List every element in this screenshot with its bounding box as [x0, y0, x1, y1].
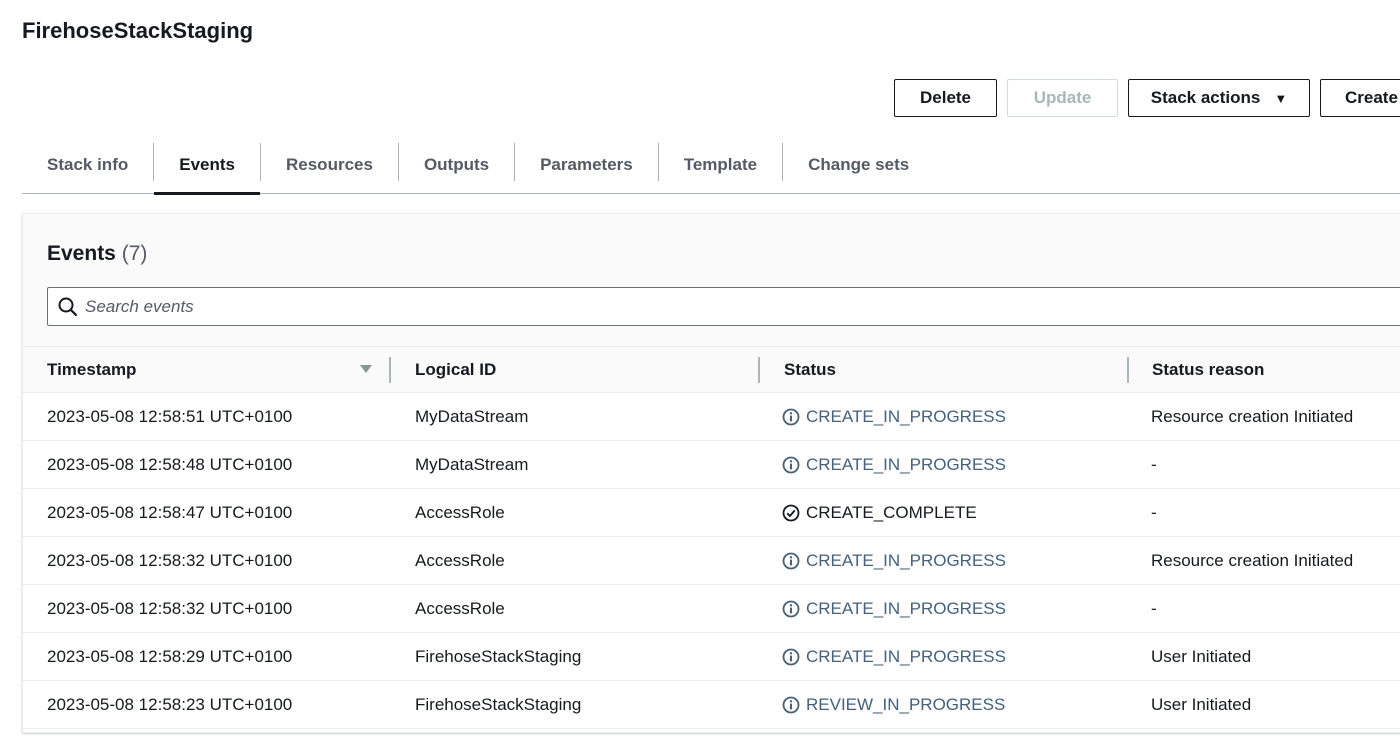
table-row[interactable]: 2023-05-08 12:58:32 UTC+0100 AccessRole CR… [23, 585, 1400, 633]
page-title: FirehoseStackStaging [22, 18, 254, 43]
cell-timestamp: 2023-05-08 12:58:32 UTC+0100 [47, 599, 293, 618]
stack-actions-toolbar: Delete Update Stack actions ▼ Create [894, 79, 1400, 117]
column-header-logical-id[interactable]: Logical ID [415, 347, 496, 393]
cell-timestamp: 2023-05-08 12:58:32 UTC+0100 [47, 551, 293, 570]
sort-descending-icon[interactable] [359, 364, 373, 374]
events-count: (7) [121, 242, 148, 265]
caret-down-icon: ▼ [1274, 90, 1288, 106]
column-divider [389, 357, 391, 383]
events-title-text: Events [47, 242, 116, 265]
create-button[interactable]: Create [1320, 79, 1400, 117]
table-header: Timestamp Logical ID Status Status reaso… [23, 346, 1400, 393]
cell-logical-id: AccessRole [415, 599, 505, 618]
info-circle-icon [782, 600, 800, 618]
column-header-timestamp[interactable]: Timestamp [47, 347, 136, 393]
column-divider [758, 357, 760, 383]
cell-status: CREATE_IN_PROGRESS [782, 585, 1006, 633]
stack-actions-button[interactable]: Stack actions ▼ [1128, 79, 1310, 117]
cell-logical-id: MyDataStream [415, 407, 529, 426]
column-header-status-reason[interactable]: Status reason [1152, 347, 1264, 393]
status-text: CREATE_IN_PROGRESS [806, 551, 1006, 570]
delete-button[interactable]: Delete [894, 79, 997, 117]
table-row[interactable]: 2023-05-08 12:58:47 UTC+0100 AccessRole CR… [23, 489, 1400, 537]
cell-timestamp: 2023-05-08 12:58:51 UTC+0100 [47, 407, 293, 426]
status-text: REVIEW_IN_PROGRESS [806, 695, 1006, 714]
status-text: CREATE_COMPLETE [806, 503, 977, 522]
cell-status: CREATE_IN_PROGRESS [782, 441, 1006, 489]
status-text: CREATE_IN_PROGRESS [806, 647, 1006, 666]
status-text: CREATE_IN_PROGRESS [806, 599, 1006, 618]
cell-status-reason: - [1151, 599, 1157, 618]
cell-timestamp: 2023-05-08 12:58:48 UTC+0100 [47, 455, 293, 474]
events-panel-header [23, 214, 1400, 346]
cell-status-reason: Resource creation Initiated [1151, 407, 1354, 426]
table-row[interactable]: 2023-05-08 12:58:29 UTC+0100 FirehoseStac… [23, 633, 1400, 681]
search-input[interactable] [85, 291, 1285, 322]
search-icon [58, 297, 78, 316]
cell-status-reason: User Initiated [1151, 647, 1252, 666]
cell-status: CREATE_COMPLETE [782, 489, 977, 537]
cell-logical-id: AccessRole [415, 551, 505, 570]
status-text: CREATE_IN_PROGRESS [806, 407, 1006, 426]
cell-status-reason: - [1151, 503, 1157, 522]
cell-logical-id: FirehoseStackStaging [415, 695, 582, 714]
cell-status: CREATE_IN_PROGRESS [782, 633, 1006, 681]
tab-outputs[interactable]: Outputs [399, 136, 514, 194]
cell-logical-id: FirehoseStackStaging [415, 647, 582, 666]
stack-actions-label: Stack actions [1150, 88, 1261, 107]
events-panel: Events (7) Timestamp Logical ID Status S… [22, 213, 1400, 733]
info-circle-icon [782, 648, 800, 666]
cell-status: CREATE_IN_PROGRESS [782, 393, 1006, 441]
info-circle-icon [782, 408, 800, 426]
stack-tabs: Stack info Events Resources Outputs Para… [22, 136, 1400, 195]
cell-logical-id: MyDataStream [415, 455, 529, 474]
tab-template[interactable]: Template [659, 136, 782, 194]
table-row[interactable]: 2023-05-08 12:58:48 UTC+0100 MyDataStream… [23, 441, 1400, 489]
info-circle-icon [782, 552, 800, 570]
tab-change-sets[interactable]: Change sets [783, 136, 934, 194]
status-text: CREATE_IN_PROGRESS [806, 455, 1006, 474]
cell-timestamp: 2023-05-08 12:58:47 UTC+0100 [47, 503, 293, 522]
check-circle-icon [782, 504, 800, 522]
events-title: Events (7) [47, 242, 147, 266]
table-row[interactable]: 2023-05-08 12:58:32 UTC+0100 AccessRole CR… [23, 537, 1400, 585]
update-button[interactable]: Update [1007, 79, 1118, 117]
cell-status-reason: User Initiated [1151, 695, 1252, 714]
cell-status-reason: - [1151, 455, 1157, 474]
info-circle-icon [782, 696, 800, 714]
cell-status: REVIEW_IN_PROGRESS [782, 681, 1005, 729]
cell-timestamp: 2023-05-08 12:58:23 UTC+0100 [47, 695, 293, 714]
cell-status-reason: Resource creation Initiated [1151, 551, 1354, 570]
cell-logical-id: AccessRole [415, 503, 505, 522]
tab-parameters[interactable]: Parameters [515, 136, 658, 194]
cell-timestamp: 2023-05-08 12:58:29 UTC+0100 [47, 647, 293, 666]
tab-resources[interactable]: Resources [261, 136, 398, 194]
table-row[interactable]: 2023-05-08 12:58:23 UTC+0100 FirehoseStac… [23, 681, 1400, 729]
table-row[interactable]: 2023-05-08 12:58:51 UTC+0100 MyDataStream… [23, 393, 1400, 441]
column-divider [1127, 357, 1129, 383]
cell-status: CREATE_IN_PROGRESS [782, 537, 1006, 585]
tab-stack-info[interactable]: Stack info [22, 136, 153, 194]
info-circle-icon [782, 456, 800, 474]
tab-events[interactable]: Events [154, 136, 260, 195]
column-header-status[interactable]: Status [784, 347, 836, 393]
search-box[interactable] [47, 287, 1400, 326]
